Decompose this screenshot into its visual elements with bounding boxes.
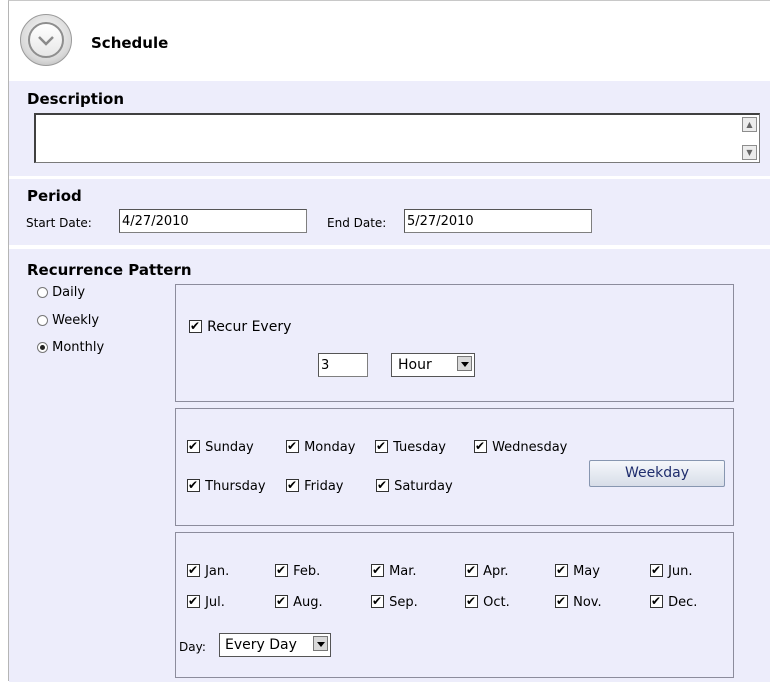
day-wednesday[interactable]: Wednesday bbox=[474, 436, 567, 455]
checkbox-icon[interactable] bbox=[187, 593, 200, 609]
day-select-label: Day: bbox=[179, 640, 206, 654]
start-date-input[interactable] bbox=[119, 209, 307, 233]
radio-monthly[interactable]: Monthly bbox=[37, 340, 104, 355]
month-label: Oct. bbox=[483, 595, 510, 610]
month-label: Mar. bbox=[389, 564, 417, 579]
day-monday[interactable]: Monday bbox=[286, 436, 355, 455]
recur-every-box bbox=[175, 284, 734, 402]
checkbox-icon[interactable] bbox=[465, 562, 478, 578]
description-label: Description bbox=[27, 90, 125, 108]
recur-unit-select[interactable]: Hour bbox=[391, 353, 475, 377]
day-select-value: Every Day bbox=[225, 637, 297, 653]
day-thursday[interactable]: Thursday bbox=[187, 475, 266, 494]
day-sunday[interactable]: Sunday bbox=[187, 436, 254, 455]
month-label: Apr. bbox=[483, 564, 509, 579]
radio-weekly-label: Weekly bbox=[52, 313, 100, 328]
scroll-up-icon[interactable]: ▲ bbox=[742, 117, 757, 132]
month-label: Feb. bbox=[293, 564, 321, 579]
page-title: Schedule bbox=[91, 34, 169, 52]
day-select[interactable]: Every Day bbox=[219, 633, 331, 657]
day-label: Tuesday bbox=[393, 440, 446, 455]
month-jun[interactable]: Jun. bbox=[650, 560, 693, 579]
month-label: Nov. bbox=[573, 595, 602, 610]
month-label: Sep. bbox=[389, 595, 418, 610]
period-label: Period bbox=[27, 187, 82, 205]
weekday-button[interactable]: Weekday bbox=[589, 460, 725, 487]
checkbox-icon[interactable] bbox=[371, 593, 384, 609]
radio-daily[interactable]: Daily bbox=[37, 285, 85, 300]
radio-daily-label: Daily bbox=[52, 285, 86, 300]
checkbox-icon[interactable] bbox=[474, 438, 487, 454]
recur-interval-input[interactable] bbox=[318, 353, 368, 377]
checkbox-icon[interactable] bbox=[376, 477, 389, 493]
day-label: Friday bbox=[304, 479, 344, 494]
month-oct[interactable]: Oct. bbox=[465, 591, 510, 610]
radio-weekly[interactable]: Weekly bbox=[37, 313, 99, 328]
recur-every-check[interactable] bbox=[189, 318, 202, 334]
recurrence-label: Recurrence Pattern bbox=[27, 261, 192, 279]
chevron-down-icon[interactable] bbox=[313, 636, 328, 651]
description-textarea[interactable]: ▲ ▼ bbox=[34, 113, 760, 163]
recur-every-checkbox[interactable]: Recur Every bbox=[189, 316, 291, 335]
month-sep[interactable]: Sep. bbox=[371, 591, 418, 610]
month-jul[interactable]: Jul. bbox=[187, 591, 225, 610]
recur-every-label: Recur Every bbox=[207, 319, 292, 335]
radio-weekly-circle[interactable] bbox=[37, 315, 48, 326]
checkbox-icon[interactable] bbox=[375, 438, 388, 454]
checkbox-icon[interactable] bbox=[371, 562, 384, 578]
checkbox-icon[interactable] bbox=[465, 593, 478, 609]
month-may[interactable]: May bbox=[555, 560, 600, 579]
day-label: Wednesday bbox=[492, 440, 568, 455]
day-label: Sunday bbox=[205, 440, 254, 455]
month-label: Dec. bbox=[668, 595, 698, 610]
schedule-panel: Schedule Description ▲ ▼ Period Start Da… bbox=[8, 0, 770, 682]
chevron-down-icon[interactable] bbox=[457, 356, 472, 371]
month-label: Aug. bbox=[293, 595, 323, 610]
day-saturday[interactable]: Saturday bbox=[376, 475, 453, 494]
checkbox-icon[interactable] bbox=[650, 562, 663, 578]
checkbox-icon[interactable] bbox=[555, 562, 568, 578]
month-apr[interactable]: Apr. bbox=[465, 560, 509, 579]
checkbox-icon[interactable] bbox=[187, 477, 200, 493]
day-friday[interactable]: Friday bbox=[286, 475, 344, 494]
month-label: Jan. bbox=[205, 564, 230, 579]
checkbox-icon[interactable] bbox=[187, 438, 200, 454]
end-date-label: End Date: bbox=[327, 216, 387, 230]
checkbox-icon[interactable] bbox=[275, 562, 288, 578]
month-aug[interactable]: Aug. bbox=[275, 591, 323, 610]
end-date-input[interactable] bbox=[404, 209, 592, 233]
recur-unit-value: Hour bbox=[398, 357, 432, 373]
checkbox-icon[interactable] bbox=[286, 438, 299, 454]
checkbox-icon[interactable] bbox=[650, 593, 663, 609]
checkbox-icon[interactable] bbox=[555, 593, 568, 609]
checkbox-icon[interactable] bbox=[286, 477, 299, 493]
month-nov[interactable]: Nov. bbox=[555, 591, 602, 610]
radio-monthly-label: Monthly bbox=[52, 340, 105, 355]
day-label: Thursday bbox=[205, 479, 266, 494]
month-feb[interactable]: Feb. bbox=[275, 560, 320, 579]
radio-monthly-circle[interactable] bbox=[37, 342, 48, 353]
checkbox-icon[interactable] bbox=[187, 562, 200, 578]
scroll-down-icon[interactable]: ▼ bbox=[742, 145, 757, 160]
day-tuesday[interactable]: Tuesday bbox=[375, 436, 446, 455]
radio-daily-circle[interactable] bbox=[37, 287, 48, 298]
day-label: Saturday bbox=[394, 479, 453, 494]
start-date-label: Start Date: bbox=[26, 216, 92, 230]
month-label: May bbox=[573, 564, 600, 579]
month-label: Jun. bbox=[668, 564, 693, 579]
month-mar[interactable]: Mar. bbox=[371, 560, 417, 579]
month-dec[interactable]: Dec. bbox=[650, 591, 697, 610]
month-jan[interactable]: Jan. bbox=[187, 560, 229, 579]
day-label: Monday bbox=[304, 440, 356, 455]
clock-icon bbox=[20, 14, 72, 66]
checkbox-icon[interactable] bbox=[275, 593, 288, 609]
month-label: Jul. bbox=[205, 595, 225, 610]
